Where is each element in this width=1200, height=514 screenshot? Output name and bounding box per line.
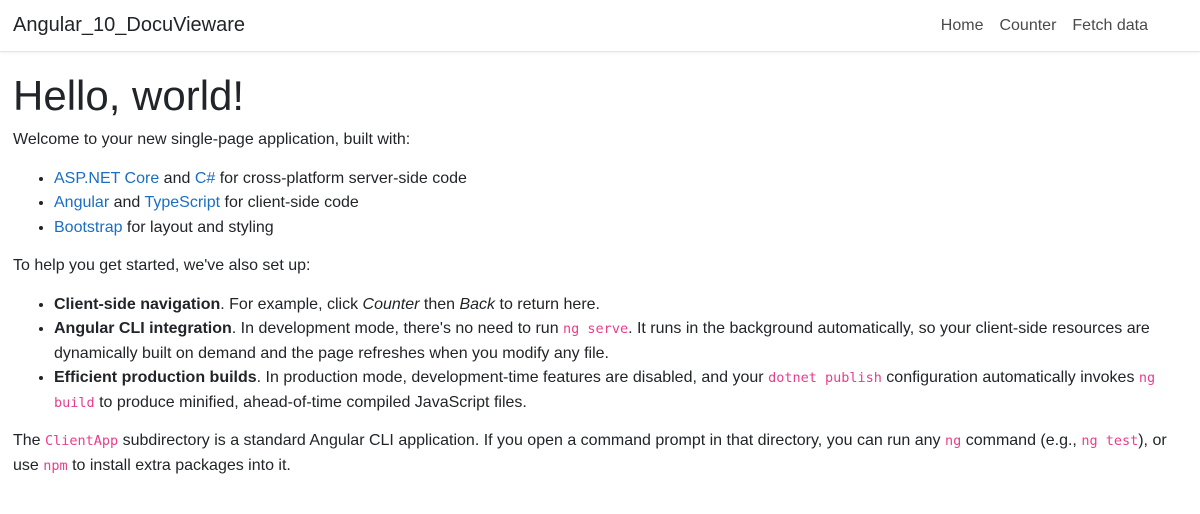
list-item-text: and: [109, 194, 145, 212]
link-aspnet-core[interactable]: ASP.NET Core: [54, 170, 159, 187]
built-with-list: ASP.NET Core and C# for cross-platform s…: [13, 167, 1187, 241]
list-item-text: to produce minified, ahead-of-time compi…: [94, 393, 527, 411]
list-item: Angular and TypeScript for client-side c…: [54, 191, 1187, 216]
list-item-text: configuration automatically invokes: [881, 369, 1139, 387]
navbar-brand[interactable]: Angular_10_DocuVieware: [13, 14, 245, 37]
inline-code: ng test: [1081, 433, 1139, 450]
inline-code: ng serve: [563, 321, 629, 338]
inline-code: npm: [43, 457, 68, 474]
list-item: Bootstrap for layout and styling: [54, 216, 1187, 241]
list-item-text: for cross-platform server-side code: [215, 169, 467, 187]
link-bootstrap[interactable]: Bootstrap: [54, 219, 122, 236]
emphasis-text: Back: [459, 295, 496, 313]
nav-link-home[interactable]: Home: [933, 17, 992, 35]
list-item: Efficient production builds. In producti…: [54, 366, 1187, 415]
list-item-text: for layout and styling: [122, 218, 274, 236]
link-csharp[interactable]: C#: [195, 170, 215, 187]
footer-text-part: The: [13, 432, 46, 450]
intro-text: Welcome to your new single-page applicat…: [13, 131, 411, 149]
list-item: ASP.NET Core and C# for cross-platform s…: [54, 167, 1187, 192]
inline-code: ng: [945, 433, 962, 450]
list-item-text: then: [419, 295, 460, 313]
footer-text-part: subdirectory is a standard Angular CLI a…: [118, 432, 945, 450]
list-item: Client-side navigation. For example, cli…: [54, 293, 1187, 318]
inline-code: dotnet publish: [768, 370, 882, 387]
list-item-text: . For example, click: [220, 295, 363, 313]
inline-code: ClientApp: [45, 433, 119, 450]
list-item-text: for client-side code: [220, 194, 359, 212]
footer-text: The ClientApp subdirectory is a standard…: [13, 429, 1187, 478]
navbar: Angular_10_DocuVieware Home Counter Fetc…: [0, 0, 1200, 52]
link-angular[interactable]: Angular: [54, 194, 109, 211]
list-item-text: . In production mode, development-time f…: [256, 369, 769, 387]
link-typescript[interactable]: TypeScript: [144, 194, 220, 211]
list-item: Angular CLI integration. In development …: [54, 317, 1187, 366]
list-item-text: to return here.: [495, 295, 600, 313]
feature-title: Client-side navigation: [54, 295, 221, 313]
feature-title: Angular CLI integration: [54, 320, 232, 338]
list-item-text: . In development mode, there's no need t…: [231, 320, 564, 338]
setup-intro-text: To help you get started, we've also set …: [13, 257, 311, 275]
footer-text-part: command (e.g.,: [961, 432, 1082, 450]
footer-text-part: to install extra packages into it.: [67, 456, 291, 474]
list-item-text: and: [159, 169, 195, 187]
nav-links: Home Counter Fetch data: [933, 17, 1156, 35]
setup-list: Client-side navigation. For example, cli…: [13, 293, 1187, 416]
feature-title: Efficient production builds: [54, 369, 257, 387]
main-content: Hello, world! Welcome to your new single…: [0, 72, 1200, 478]
emphasis-text: Counter: [362, 295, 420, 313]
page-title: Hello, world!: [13, 72, 245, 119]
nav-link-fetch-data[interactable]: Fetch data: [1064, 17, 1156, 35]
nav-link-counter[interactable]: Counter: [991, 17, 1064, 35]
